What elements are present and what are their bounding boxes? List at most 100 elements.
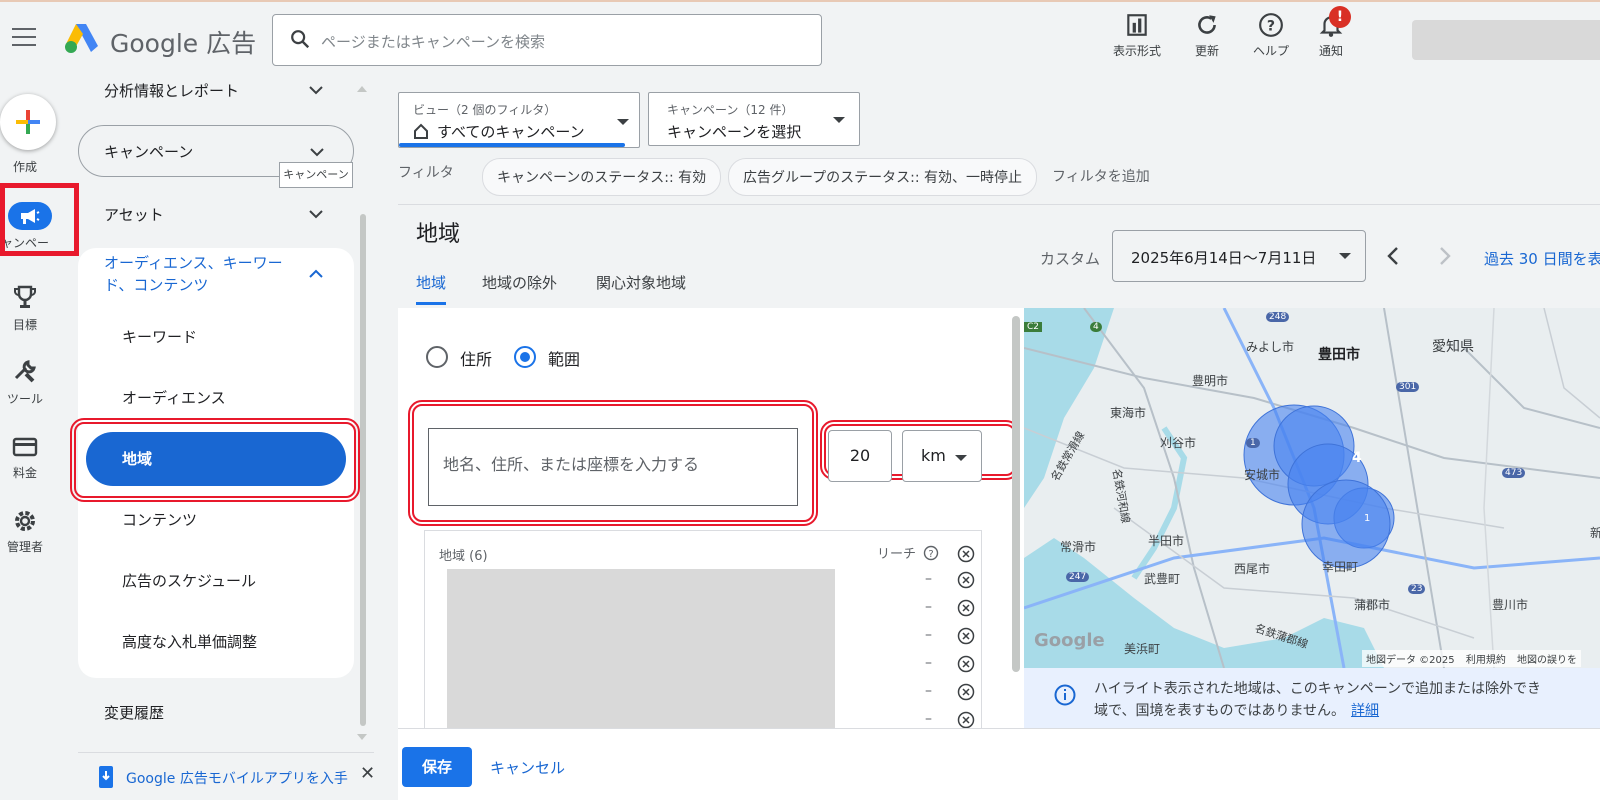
- map-label-shin: 新: [1590, 526, 1600, 540]
- map-report-link[interactable]: 地図の誤りを: [1517, 655, 1577, 666]
- map-label-tokai: 東海市: [1110, 406, 1147, 420]
- radio-radius-label: 範囲: [548, 350, 581, 369]
- sidebar-item-campaigns-label: キャンペーン: [104, 143, 194, 161]
- remove-icon[interactable]: [957, 711, 975, 729]
- locations-redacted-block: [447, 569, 835, 729]
- location-search-input[interactable]: 地名、住所、または座標を入力する: [428, 428, 798, 506]
- refresh-label: 更新: [1194, 44, 1219, 58]
- remove-icon[interactable]: [957, 683, 975, 701]
- account-info-redacted[interactable]: [1412, 20, 1600, 60]
- map-terms-link[interactable]: 利用規約: [1466, 655, 1506, 666]
- remove-icon[interactable]: [957, 627, 975, 645]
- svg-text:?: ?: [928, 549, 933, 560]
- locations-list-header: 地域 (6): [439, 549, 488, 564]
- form-scrollbar[interactable]: [1012, 316, 1020, 672]
- divider: [398, 204, 1600, 205]
- remove-icon[interactable]: [957, 571, 975, 589]
- add-filter-button[interactable]: フィルタを追加: [1052, 166, 1150, 186]
- tab-interest-locations[interactable]: 関心対象地域: [596, 272, 686, 293]
- map-attribution: 地図データ ©2025 利用規約 地図の誤りを: [1362, 650, 1582, 667]
- tools-label: ツール: [6, 392, 43, 406]
- search-input[interactable]: ページまたはキャンペーンを検索: [272, 14, 822, 66]
- map-label-handa: 半田市: [1148, 534, 1185, 548]
- tools-icon[interactable]: [12, 358, 38, 384]
- scroll-up-icon[interactable]: [357, 84, 367, 92]
- campaign-dropdown[interactable]: キャンペーン（12 件） キャンペーンを選択: [648, 92, 860, 146]
- info-text-line2: 域で、国境を表すものではありません。: [1094, 703, 1346, 719]
- sidebar-item-audiences[interactable]: オーディエンス: [122, 387, 226, 408]
- phone-icon: [99, 766, 113, 788]
- sidebar-item-bid-adjustments[interactable]: 高度な入札単価調整: [122, 631, 257, 652]
- remove-icon[interactable]: [957, 599, 975, 617]
- google-ads-logo-icon: [65, 24, 98, 53]
- create-button[interactable]: [0, 94, 56, 150]
- remove-icon[interactable]: [957, 655, 975, 673]
- sidebar-item-assets[interactable]: アセット: [104, 204, 164, 225]
- close-icon[interactable]: ✕: [360, 763, 375, 784]
- scroll-down-icon[interactable]: [357, 734, 367, 742]
- date-range-picker[interactable]: 2025年6月14日～7月11日: [1112, 230, 1366, 282]
- gear-icon[interactable]: [12, 508, 38, 534]
- chevron-left-icon[interactable]: [1386, 246, 1400, 266]
- view-dropdown[interactable]: ビュー（2 個のフィルタ） すべてのキャンペーン: [398, 92, 640, 148]
- radius-value-input[interactable]: 20: [828, 430, 892, 482]
- map-label-nishio: 西尾市: [1234, 562, 1271, 576]
- sidebar-item-keywords[interactable]: キーワード: [122, 326, 197, 347]
- trophy-icon[interactable]: [12, 284, 38, 310]
- details-link[interactable]: 詳細: [1351, 703, 1379, 719]
- chevron-down-icon[interactable]: [308, 82, 324, 98]
- radio-address-label: 住所: [460, 350, 493, 369]
- search-icon: [291, 30, 310, 49]
- map-label-anjo: 安城市: [1244, 468, 1281, 482]
- sidebar-item-analytics[interactable]: 分析情報とレポート: [104, 80, 239, 101]
- tab-excluded-locations[interactable]: 地域の除外: [482, 272, 557, 293]
- map-label-aichi: 愛知県: [1432, 339, 1474, 355]
- audience-group-line2: ド、コンテンツ: [104, 276, 209, 294]
- tab-locations[interactable]: 地域: [416, 272, 446, 293]
- map[interactable]: 4 1 豊田市 みよし市 愛知県 豊明市 東海市 刈谷市 安城市 半田市 常滑市…: [1024, 308, 1600, 668]
- display-format-button[interactable]: 表示形式: [1102, 12, 1172, 59]
- filter-label: フィルタ: [398, 165, 454, 181]
- svg-text:?: ?: [1267, 18, 1275, 34]
- save-button[interactable]: 保存: [402, 747, 472, 787]
- remove-all-icon[interactable]: [957, 545, 975, 563]
- info-icon: [1054, 684, 1076, 706]
- sidebar-item-ad-schedule[interactable]: 広告のスケジュール: [122, 570, 256, 591]
- chevron-right-icon[interactable]: [1438, 246, 1452, 266]
- admin-label: 管理者: [6, 540, 43, 554]
- menu-icon[interactable]: [12, 28, 36, 48]
- mobile-app-banner[interactable]: Google 広告モバイルアプリを入手 ✕: [78, 752, 375, 800]
- date-range-value: 2025年6月14日～7月11日: [1131, 249, 1317, 267]
- map-label-gamagori: 蒲郡市: [1354, 598, 1391, 612]
- chevron-down-icon[interactable]: [308, 206, 324, 222]
- refresh-button[interactable]: 更新: [1172, 12, 1242, 59]
- caret-down-icon: [955, 455, 967, 461]
- campaign-dropdown-value: キャンペーンを選択: [667, 123, 802, 141]
- help-label: ヘルプ: [1252, 44, 1289, 58]
- map-label-kariya: 刈谷市: [1160, 436, 1197, 450]
- radio-radius[interactable]: [514, 346, 536, 368]
- chart-icon: [1127, 14, 1147, 36]
- map-label-route-247: 247: [1066, 572, 1090, 582]
- compare-period-link[interactable]: 過去 30 日間を表: [1484, 248, 1600, 269]
- view-dropdown-value: すべてのキャンペーン: [437, 123, 585, 141]
- filter-chip-campaign-status[interactable]: キャンペーンのステータス:: 有効: [482, 158, 722, 196]
- sidebar-item-content[interactable]: コンテンツ: [122, 509, 197, 530]
- cancel-button[interactable]: キャンセル: [490, 757, 565, 778]
- sidebar-scrollbar[interactable]: [360, 214, 366, 726]
- map-label-tokoname: 常滑市: [1060, 540, 1097, 554]
- map-label-route-248: 248: [1266, 312, 1290, 322]
- radio-address[interactable]: [426, 346, 448, 368]
- map-cluster-count: 4: [1352, 450, 1362, 466]
- chevron-up-icon[interactable]: [308, 266, 324, 282]
- list-item: –: [925, 595, 975, 623]
- radius-unit-select[interactable]: km: [902, 430, 982, 482]
- map-label-mihama: 美浜町: [1124, 642, 1161, 656]
- sidebar-item-audience-group[interactable]: オーディエンス、キーワー ド、コンテンツ: [104, 252, 283, 296]
- filter-chip-adgroup-status[interactable]: 広告グループのステータス:: 有効、一時停止: [728, 158, 1038, 196]
- display-format-label: 表示形式: [1112, 44, 1161, 58]
- sidebar-item-change-history[interactable]: 変更履歴: [104, 702, 164, 723]
- credit-card-icon[interactable]: [12, 434, 38, 460]
- help-icon[interactable]: ?: [923, 545, 939, 561]
- caret-down-icon: [1339, 253, 1351, 259]
